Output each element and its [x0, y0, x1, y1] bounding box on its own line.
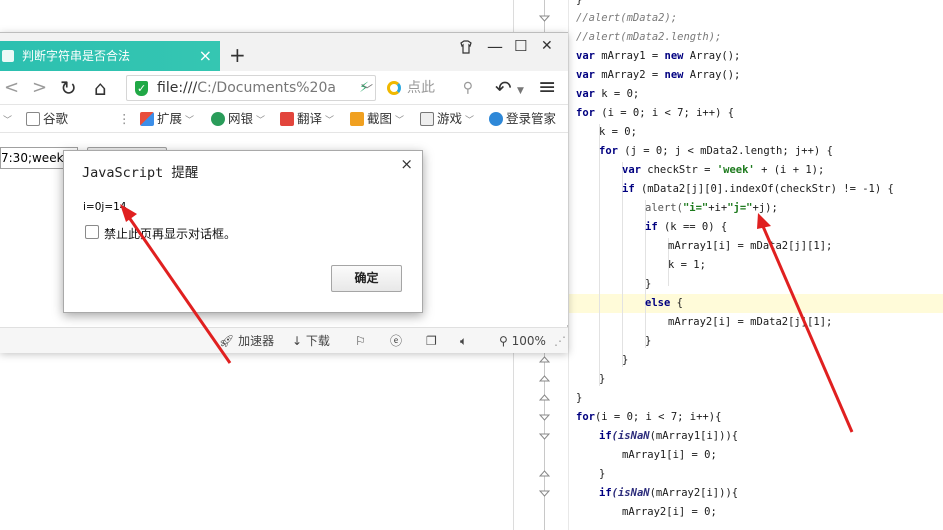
- more-icon[interactable]: ⋮: [118, 105, 131, 133]
- magnifier-icon: ⚲: [499, 334, 508, 348]
- minimize-button[interactable]: —: [487, 37, 503, 56]
- resize-grip-icon[interactable]: ⋰: [554, 328, 566, 354]
- code-line[interactable]: }: [599, 465, 605, 484]
- security-shield-icon: [135, 77, 148, 100]
- tab-bar: 判断字符串是否合法 × + — ☐ ✕: [0, 33, 568, 71]
- forward-button[interactable]: >: [32, 77, 47, 99]
- chevron-down-icon[interactable]: ﹀: [361, 79, 373, 101]
- flag-icon[interactable]: ⚐: [355, 328, 366, 354]
- download-icon: ↓: [292, 334, 303, 348]
- fold-marker-icon[interactable]: [539, 487, 550, 498]
- code-line[interactable]: }: [645, 275, 651, 294]
- page-icon: [2, 50, 14, 62]
- chevron-down-icon[interactable]: ﹀: [0, 105, 12, 135]
- rocket-icon: 🚀︎: [219, 334, 235, 348]
- fold-end-icon[interactable]: [539, 392, 550, 403]
- dialog-message: i=0j=14: [83, 201, 127, 213]
- translate-icon: [280, 112, 294, 126]
- code-line[interactable]: k = 0;: [599, 123, 637, 142]
- home-button[interactable]: ⌂: [94, 77, 107, 99]
- back-button[interactable]: <: [4, 77, 19, 99]
- fold-end-icon[interactable]: [539, 468, 550, 479]
- close-window-button[interactable]: ✕: [541, 38, 553, 54]
- new-tab-button[interactable]: +: [229, 43, 246, 67]
- code-line[interactable]: mArray1[i] = 0;: [622, 446, 717, 465]
- bookmark-login-manager[interactable]: 登录管家: [489, 105, 556, 133]
- bookmark-google[interactable]: 谷歌: [26, 105, 68, 133]
- code-line[interactable]: for(i = 0; i < 7; i++){: [576, 408, 721, 427]
- code-line[interactable]: mArray1[i] = mData2[j][1];: [668, 237, 832, 256]
- code-line[interactable]: }: [645, 332, 651, 351]
- skin-icon[interactable]: [458, 39, 474, 59]
- menu-button[interactable]: ≡: [538, 77, 556, 99]
- search-input[interactable]: 点此 ⚲: [385, 75, 477, 101]
- bookmark-extensions[interactable]: 扩展 ﹀: [140, 105, 194, 135]
- search-engine-logo-icon: [387, 81, 401, 95]
- code-editor[interactable]: } //alert(mData2); //alert(mData2.length…: [513, 0, 943, 530]
- dialog-close-icon[interactable]: ×: [400, 155, 413, 173]
- bank-icon: [211, 112, 225, 126]
- search-icon[interactable]: ⚲: [463, 75, 473, 101]
- accelerator-button[interactable]: 🚀︎ 加速器: [219, 328, 274, 354]
- tab-title: 判断字符串是否合法: [22, 49, 131, 63]
- suppress-dialogs-checkbox[interactable]: [85, 225, 99, 239]
- key-icon: [489, 112, 503, 126]
- fold-marker-icon[interactable]: [539, 12, 550, 23]
- code-line[interactable]: for (i = 0; i < 7; i++) {: [576, 104, 734, 123]
- fold-marker-icon[interactable]: [539, 430, 550, 441]
- gamepad-icon: [420, 112, 434, 126]
- bookmarks-bar: ﹀ 谷歌 ⋮ 扩展 ﹀ 网银 ﹀ 翻译 ﹀ 截图 ﹀ 游戏 ﹀ 登录管家: [0, 105, 568, 133]
- ok-button[interactable]: 确定: [331, 265, 402, 292]
- code-line[interactable]: else {: [645, 294, 683, 313]
- code-line[interactable]: var mArray1 = new Array();: [576, 47, 740, 66]
- download-button[interactable]: ↓ 下载: [292, 328, 330, 354]
- code-line[interactable]: }: [576, 389, 582, 408]
- bookmark-screenshot[interactable]: 截图 ﹀: [350, 105, 404, 135]
- extensions-icon: [140, 112, 154, 126]
- code-line[interactable]: for (j = 0; j < mData2.length; j++) {: [599, 142, 833, 161]
- chevron-down-icon[interactable]: ▼: [517, 80, 524, 102]
- code-line[interactable]: var checkStr = 'week' + (i + 1);: [622, 161, 824, 180]
- speaker-icon[interactable]: 🔈︎: [460, 328, 467, 354]
- code-line[interactable]: if(isNaN(mArray2[i])){: [599, 484, 738, 503]
- undo-button[interactable]: ↶: [495, 77, 512, 99]
- code-line[interactable]: if (k == 0) {: [645, 218, 727, 237]
- ie-icon[interactable]: ⓔ: [390, 328, 402, 354]
- code-line[interactable]: //alert(mData2);: [576, 9, 677, 28]
- dialog-title: JavaScript 提醒: [82, 165, 199, 181]
- tab-active[interactable]: 判断字符串是否合法 ×: [0, 41, 220, 71]
- code-line[interactable]: }: [622, 351, 628, 370]
- javascript-alert-dialog: JavaScript 提醒 × i=0j=14 禁止此页再显示对话框。 确定: [63, 150, 423, 313]
- document-icon: [26, 112, 40, 126]
- code-line[interactable]: var k = 0;: [576, 85, 639, 104]
- reload-button[interactable]: ↻: [60, 77, 77, 99]
- scissors-icon: [350, 112, 364, 126]
- code-line[interactable]: }: [599, 370, 605, 389]
- current-line-highlight: [569, 294, 943, 313]
- bookmark-online-banking[interactable]: 网银 ﹀: [211, 105, 265, 135]
- maximize-button[interactable]: ☐: [514, 37, 527, 55]
- code-line[interactable]: if (mData2[j][0].indexOf(checkStr) != -1…: [622, 180, 894, 199]
- code-line[interactable]: mArray2[i] = mData2[j][1];: [668, 313, 832, 332]
- code-line[interactable]: alert("i="+i+"j="+j);: [645, 199, 778, 218]
- screenshot-stage: } //alert(mData2); //alert(mData2.length…: [0, 0, 943, 530]
- address-bar[interactable]: file:///C:/Documents%20a ⚡: [126, 75, 376, 101]
- suppress-dialogs-label: 禁止此页再显示对话框。: [104, 227, 237, 241]
- window-icon[interactable]: ❐: [426, 328, 437, 354]
- navigation-bar: < > ↻ ⌂ file:///C:/Documents%20a ⚡ ﹀ 点此 …: [0, 71, 568, 105]
- bookmark-translate[interactable]: 翻译 ﹀: [280, 105, 334, 135]
- code-line[interactable]: //alert(mData2.length);: [576, 28, 721, 47]
- fold-marker-icon[interactable]: [539, 411, 550, 422]
- code-line[interactable]: mArray2[i] = 0;: [622, 503, 717, 522]
- code-line[interactable]: k = 1;: [668, 256, 706, 275]
- zoom-control[interactable]: ⚲ 100%: [499, 328, 546, 354]
- bookmark-games[interactable]: 游戏 ﹀: [420, 105, 474, 135]
- code-line[interactable]: if(isNaN(mArray1[i])){: [599, 427, 738, 446]
- tab-close-icon[interactable]: ×: [199, 41, 212, 71]
- code-line[interactable]: var mArray2 = new Array();: [576, 66, 740, 85]
- fold-end-icon[interactable]: [539, 354, 550, 365]
- status-bar: 🚀︎ 加速器 ↓ 下载 ⚐ ⓔ ❐ 🔈︎ ⚲ 100% ⋰: [0, 327, 568, 353]
- fold-end-icon[interactable]: [539, 373, 550, 384]
